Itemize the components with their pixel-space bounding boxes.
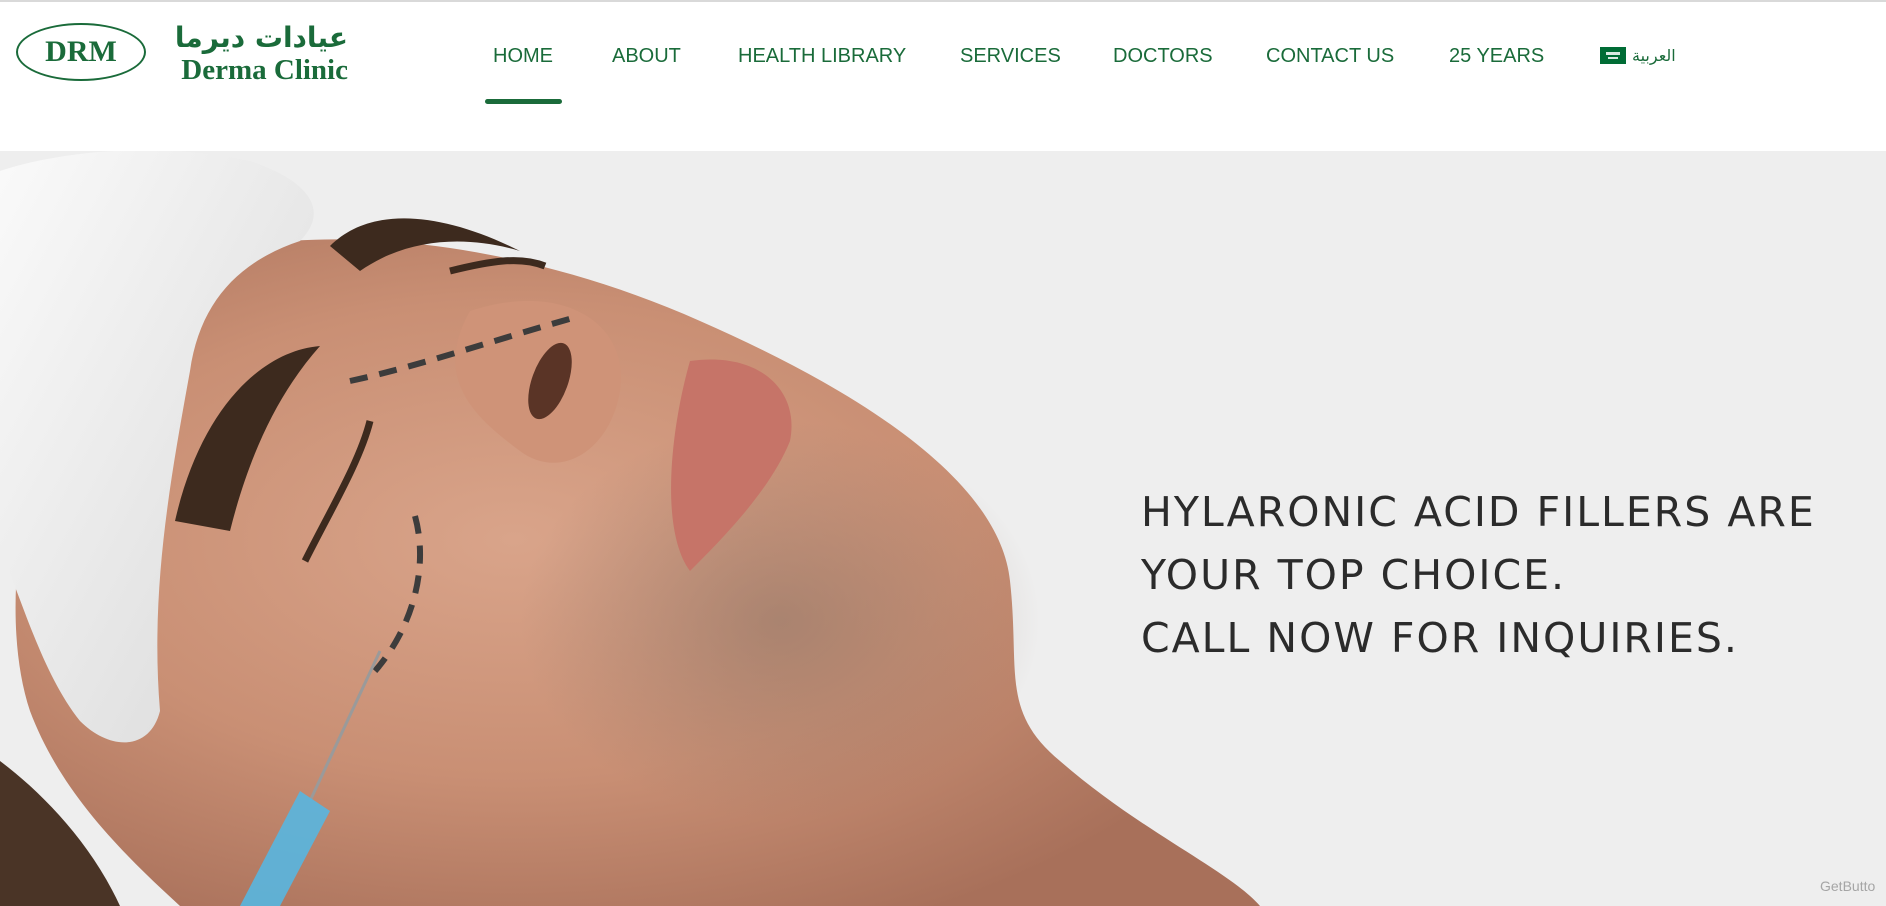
- hero-banner: HYLARONIC ACID FILLERS ARE YOUR TOP CHOI…: [0, 151, 1886, 906]
- logo-mark: DRM: [45, 35, 117, 68]
- nav-item-25-years[interactable]: 25 YEARS: [1449, 41, 1544, 71]
- beard-shadow: [520, 421, 1040, 821]
- nav-item-services[interactable]: SERVICES: [960, 41, 1061, 71]
- nav-item-home[interactable]: HOME: [493, 41, 553, 71]
- logo[interactable]: DRM عيادات ديرما Derma Clinic: [16, 20, 348, 86]
- nav-item-about[interactable]: ABOUT: [612, 41, 681, 71]
- language-label: العربية: [1632, 45, 1676, 65]
- logo-english-name: Derma Clinic: [181, 54, 348, 86]
- hero-headline: HYLARONIC ACID FILLERS ARE YOUR TOP CHOI…: [1141, 481, 1861, 670]
- language-switch[interactable]: العربية: [1600, 42, 1676, 68]
- nav-active-indicator: [485, 99, 562, 104]
- saudi-flag-icon: [1600, 46, 1626, 64]
- nav-item-contact-us[interactable]: CONTACT US: [1266, 41, 1394, 71]
- logo-arabic-name: عيادات ديرما: [174, 21, 348, 54]
- site-header: DRM عيادات ديرما Derma Clinic HOME ABOUT…: [0, 2, 1886, 151]
- hero-line-2: YOUR TOP CHOICE.: [1141, 551, 1567, 599]
- nav-item-doctors[interactable]: DOCTORS: [1113, 41, 1213, 71]
- nav-item-health-library[interactable]: HEALTH LIBRARY: [738, 41, 906, 71]
- getbutton-widget[interactable]: GetButto: [1820, 878, 1875, 894]
- hero-line-1: HYLARONIC ACID FILLERS ARE: [1141, 488, 1816, 536]
- hero-line-3: CALL NOW FOR INQUIRIES.: [1141, 614, 1739, 662]
